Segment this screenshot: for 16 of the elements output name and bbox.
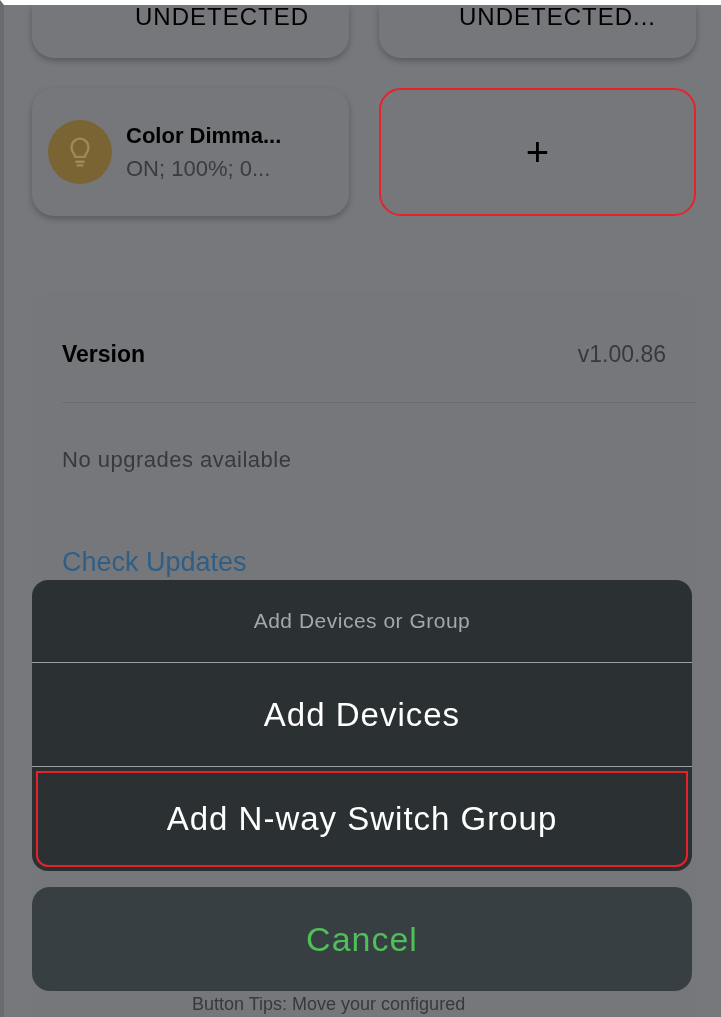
device-status: ON; 100%; 0...: [126, 155, 272, 183]
device-status: UNDETECTED...: [459, 5, 656, 29]
device-status: UNDETECTED: [135, 5, 309, 29]
device-name: Color Dimma...: [126, 122, 282, 150]
device-tile[interactable]: UNDETECTED...: [379, 5, 696, 58]
version-label: Version: [62, 340, 146, 369]
add-device-tile[interactable]: +: [379, 88, 696, 216]
version-value: v1.00.86: [577, 340, 666, 369]
cancel-button[interactable]: Cancel: [32, 887, 692, 991]
upgrade-note: No upgrades available: [62, 446, 292, 472]
action-sheet-title: Add Devices or Group: [253, 608, 471, 635]
device-tile[interactable]: Color Dimma... ON; 100%; 0...: [32, 88, 349, 216]
action-sheet-option[interactable]: Add N-way Switch Group: [32, 767, 692, 871]
action-sheet-option[interactable]: Add Devices: [32, 663, 692, 767]
button-tips-text: Button Tips: Move your configured: [192, 996, 467, 1012]
device-tile[interactable]: UNDETECTED: [32, 5, 349, 58]
